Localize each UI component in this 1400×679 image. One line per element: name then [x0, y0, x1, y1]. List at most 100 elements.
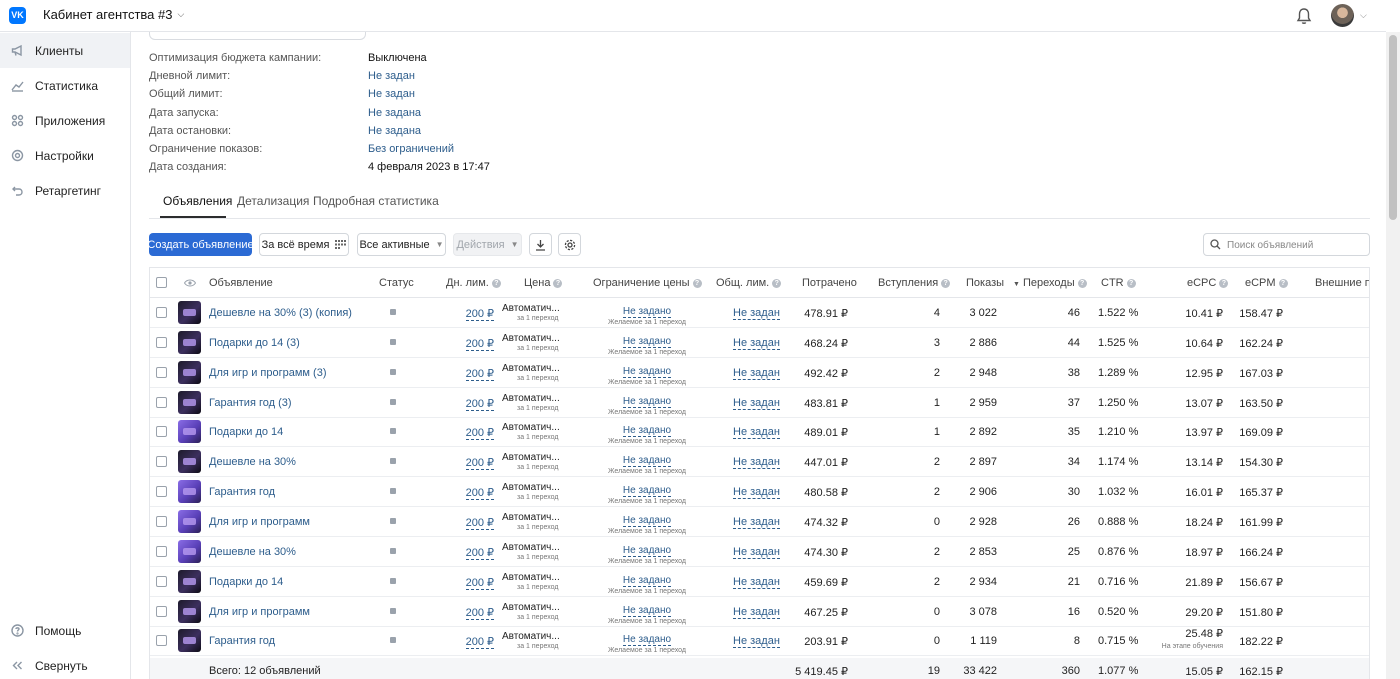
actions-dropdown[interactable]: Действия ▼: [453, 233, 522, 256]
daily-limit-link[interactable]: 200 ₽: [465, 516, 494, 530]
period-button[interactable]: За всё время: [259, 233, 349, 256]
column-price-limit[interactable]: Ограничение цены?: [593, 277, 702, 289]
ad-thumbnail[interactable]: [178, 390, 201, 414]
info-value[interactable]: Не задан: [368, 69, 415, 83]
tab-ads[interactable]: Объявления: [163, 194, 232, 208]
table-row[interactable]: Дешевле на 30% (3) (копия) 200 ₽ Автоматич…: [150, 298, 1369, 328]
ad-thumbnail[interactable]: [178, 450, 201, 474]
row-checkbox[interactable]: [156, 426, 167, 438]
status-filter-dropdown[interactable]: Все активные ▼: [357, 233, 446, 256]
row-checkbox[interactable]: [156, 515, 167, 527]
eye-icon[interactable]: [184, 279, 196, 287]
sidebar-item-clients[interactable]: Клиенты: [0, 33, 130, 68]
campaign-name-field[interactable]: [149, 32, 366, 40]
price-limit-link[interactable]: Не задано: [622, 605, 672, 617]
column-daily-limit[interactable]: Дн. лим.?: [446, 277, 501, 289]
price-limit-link[interactable]: Не задано: [622, 485, 672, 498]
help-icon[interactable]: ?: [491, 279, 501, 288]
row-checkbox[interactable]: [156, 545, 167, 557]
column-joins[interactable]: Вступления?: [878, 277, 951, 289]
table-row[interactable]: Подарки до 14 200 ₽ Автоматич... за 1 перех…: [150, 567, 1369, 597]
price-limit-link[interactable]: Не задано: [622, 396, 672, 408]
column-spent[interactable]: Потрачено: [802, 277, 857, 289]
ad-name-link[interactable]: Для игр и программ: [209, 606, 310, 618]
sidebar-item-retargeting[interactable]: Ретаргетинг: [0, 173, 130, 208]
ad-name-link[interactable]: Дешевле на 30% (3) (копия): [209, 307, 352, 319]
daily-limit-link[interactable]: 200 ₽: [465, 397, 494, 411]
vk-logo[interactable]: VK: [9, 7, 26, 24]
price-limit-link[interactable]: Не задано: [622, 425, 672, 438]
row-checkbox[interactable]: [156, 456, 167, 468]
row-checkbox[interactable]: [156, 307, 167, 318]
daily-limit-link[interactable]: 200 ₽: [465, 367, 494, 381]
column-ad[interactable]: Объявление: [209, 277, 273, 289]
help-icon[interactable]: ?: [553, 279, 563, 288]
daily-limit-link[interactable]: 200 ₽: [465, 427, 494, 441]
row-checkbox[interactable]: [156, 336, 167, 348]
sidebar-item-apps[interactable]: Приложения: [0, 103, 130, 138]
row-checkbox[interactable]: [156, 486, 167, 498]
info-value[interactable]: Без ограничений: [368, 142, 454, 156]
sidebar-item-statistics[interactable]: Статистика: [0, 68, 130, 103]
tab-detailed-stats[interactable]: Подробная статистика: [313, 194, 439, 208]
table-row[interactable]: Для игр и программ 200 ₽ Автоматич... за 1 …: [150, 597, 1369, 627]
ad-thumbnail[interactable]: [178, 330, 201, 354]
price-limit-link[interactable]: Не задано: [622, 336, 672, 348]
ad-name-link[interactable]: Подарки до 14 (3): [209, 337, 300, 349]
daily-limit-link[interactable]: 200 ₽: [465, 487, 494, 501]
ad-name-link[interactable]: Подарки до 14: [209, 576, 283, 588]
price-limit-link[interactable]: Не задано: [622, 545, 672, 557]
ad-thumbnail[interactable]: [178, 629, 201, 653]
ad-thumbnail[interactable]: [178, 420, 201, 444]
price-limit-link[interactable]: Не задано: [622, 515, 672, 527]
ad-name-link[interactable]: Подарки до 14: [209, 426, 283, 438]
table-row[interactable]: Подарки до 14 (3) 200 ₽ Автоматич... за 1 п…: [150, 328, 1369, 358]
table-row[interactable]: Для игр и программ 200 ₽ Автоматич... за 1 …: [150, 507, 1369, 537]
ad-thumbnail[interactable]: [178, 480, 201, 504]
table-row[interactable]: Гарантия год (3) 200 ₽ Автоматич... за 1 пе…: [150, 388, 1369, 418]
ad-thumbnail[interactable]: [178, 509, 201, 533]
ad-name-link[interactable]: Для игр и программ (3): [209, 367, 326, 379]
ad-thumbnail[interactable]: [178, 569, 201, 593]
price-limit-link[interactable]: Не задано: [622, 634, 672, 647]
column-ctr[interactable]: CTR?: [1101, 277, 1136, 289]
page-scrollbar[interactable]: [1386, 32, 1400, 679]
help-icon[interactable]: ?: [692, 279, 702, 288]
ad-name-link[interactable]: Для игр и программ: [209, 516, 310, 528]
sidebar-item-settings[interactable]: Настройки: [0, 138, 130, 173]
column-ecpm[interactable]: eCPM?: [1245, 277, 1288, 289]
table-row[interactable]: Гарантия год 200 ₽ Автоматич... за 1 перехо…: [150, 626, 1369, 657]
column-shows[interactable]: Показы: [966, 277, 1004, 289]
daily-limit-link[interactable]: 200 ₽: [465, 546, 494, 560]
column-status[interactable]: Статус: [379, 277, 414, 289]
search-input[interactable]: [1227, 237, 1367, 253]
help-icon[interactable]: ?: [1077, 279, 1087, 288]
help-icon[interactable]: ?: [1278, 279, 1288, 288]
select-all-checkbox[interactable]: [156, 277, 167, 288]
column-external[interactable]: Внешние пер: [1315, 277, 1369, 289]
ad-name-link[interactable]: Дешевле на 30%: [209, 456, 296, 468]
daily-limit-link[interactable]: 200 ₽: [465, 636, 494, 650]
daily-limit-link[interactable]: 200 ₽: [465, 457, 494, 471]
ad-name-link[interactable]: Дешевле на 30%: [209, 546, 296, 558]
column-ecpc[interactable]: eCPC?: [1187, 277, 1229, 289]
collapse-sidebar-button[interactable]: Свернуть: [0, 648, 130, 679]
price-limit-link[interactable]: Не задано: [622, 575, 672, 587]
help-icon[interactable]: ?: [1126, 279, 1136, 288]
help-button[interactable]: Помощь: [0, 613, 130, 648]
info-value[interactable]: Не задана: [368, 106, 421, 120]
avatar[interactable]: [1331, 4, 1354, 27]
ad-name-link[interactable]: Гарантия год: [209, 635, 275, 647]
column-clicks[interactable]: ▼ Переходы?: [1013, 277, 1087, 289]
scrollbar-thumb[interactable]: [1389, 35, 1397, 220]
daily-limit-link[interactable]: 200 ₽: [465, 308, 494, 321]
info-value[interactable]: Не задана: [368, 124, 421, 138]
table-row[interactable]: Подарки до 14 200 ₽ Автоматич... за 1 перех…: [150, 417, 1369, 448]
ad-search[interactable]: [1203, 233, 1370, 256]
table-row[interactable]: Дешевле на 30% 200 ₽ Автоматич... за 1 пере…: [150, 537, 1369, 567]
table-row[interactable]: Гарантия год 200 ₽ Автоматич... за 1 перехо…: [150, 477, 1369, 508]
row-checkbox[interactable]: [156, 605, 167, 617]
ad-thumbnail[interactable]: [178, 599, 201, 623]
help-icon[interactable]: ?: [1219, 279, 1229, 288]
row-checkbox[interactable]: [156, 575, 167, 587]
